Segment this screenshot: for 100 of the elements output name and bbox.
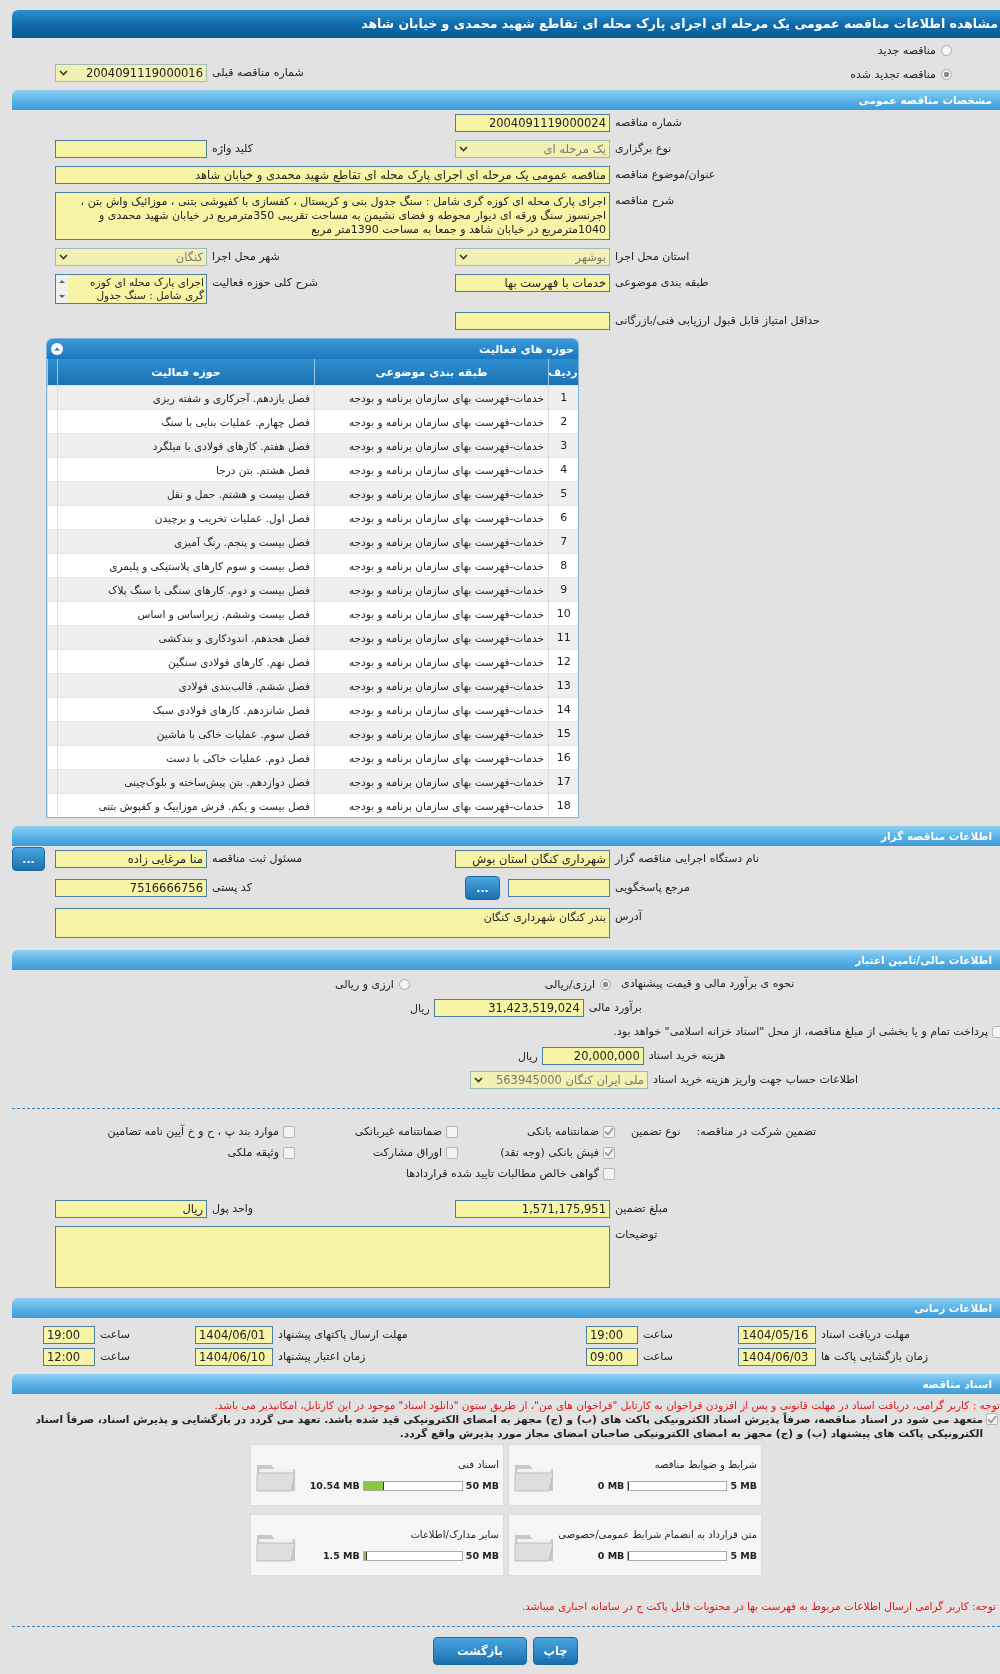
text-area[interactable]: بندر کنگان شهرداری کنگان: [55, 908, 610, 938]
field-label: استان محل اجرا: [615, 249, 690, 265]
table-cell: فصل بیست و پنجم. رنگ آمیزی: [57, 529, 315, 554]
field-label: زمان اعتبار پیشنهاد: [278, 1349, 366, 1365]
text-field[interactable]: 1,571,175,951: [455, 1200, 610, 1218]
collapse-icon[interactable]: [51, 343, 63, 355]
text-area[interactable]: اجرای پارک محله ای کوزه گری شامل : سنگ جدول بنی و کریستال ، کفسازی با کفپوشی بتنی ، موزائیک واش بتن ، اجرنسوز سنگ ورقه ای دیوار محوطه و فضای نشیمن به مساحت تقریبی 350مترمربع در خیابان شهید محمدی و 1040مترمربع در خیابان شاهد و جمعا به مساحت 1390متر مربع: [55, 192, 610, 240]
checkbox[interactable]: [603, 1125, 615, 1138]
option-label: گواهی خالص مطالبات تایید شده قراردادها: [405, 1167, 599, 1180]
dropdown[interactable]: 2004091119000016: [55, 64, 207, 82]
option-label: ضمانتنامه بانکی: [526, 1125, 599, 1138]
scrollbar[interactable]: [56, 275, 68, 303]
text-area[interactable]: [55, 1226, 610, 1288]
text-field[interactable]: [55, 140, 207, 158]
field-label: طبقه بندی موضوعی: [615, 275, 709, 291]
caret-icon: [59, 254, 68, 260]
lookup-button[interactable]: ...: [12, 847, 45, 871]
table-cell: 17: [548, 769, 578, 794]
table-cell: 9: [548, 577, 578, 602]
field-label: شماره مناقصه: [615, 115, 682, 131]
commitment-text: متعهد می شود در اسناد مناقصه، صرفاً پذیرش اسناد الکترونیکی پاکت های (ب) و (ج) مجهز به امضای الکترونیکی قید شده باشد. تعهد می گردد در بازگشایی و پذیرش اسناد، صرفاً اسناد الکترونیکی پاکت های پیشنهاد (ب) و (ج) مجهز به امضای الکترونیکی صاحبان امضای مجاز مورد پذیرش واقع گردد.: [34, 1412, 983, 1440]
checkbox[interactable]: [446, 1146, 458, 1159]
column-header: طبقه بندی موضوعی: [314, 359, 549, 386]
field-label: کد پستی: [212, 880, 252, 896]
radio-button[interactable]: [941, 68, 952, 80]
text-field[interactable]: ریال: [55, 1200, 207, 1218]
field-label: ساعت: [100, 1327, 130, 1343]
field-label: ساعت: [643, 1327, 673, 1343]
table-cell: 18: [548, 793, 578, 817]
text-field[interactable]: 09:00: [586, 1348, 638, 1366]
field-label: مسئول ثبت مناقصه: [212, 851, 303, 867]
field-label: مهلت دریافت اسناد: [821, 1327, 910, 1343]
text-field[interactable]: 1404/05/16: [738, 1326, 816, 1344]
checkbox[interactable]: [446, 1125, 458, 1138]
action-button[interactable]: چاپ: [533, 1637, 578, 1665]
radio-button[interactable]: [941, 44, 952, 56]
notice-text: توجه : کاربر گرامی، دریافت اسناد در مهلت قانونی و پس از افزودن فراخوان به کارتابل "فراخوان های من"، از طریق ستون "دانلود اسناد" موجود در این کارتابل، امکانپذیر می باشد.: [213, 1398, 1000, 1412]
option-label: ضمانتنامه غیربانکی: [354, 1125, 442, 1138]
checkbox[interactable]: [603, 1167, 615, 1180]
field-label: مهلت ارسال پاکتهای پیشنهاد: [278, 1327, 408, 1343]
table-cell: 3: [548, 433, 578, 458]
text-field[interactable]: مناقصه عمومی یک مرحله ای اجرای پارک محله ای تقاطع شهید محمدی و خیابان شاهد: [55, 166, 610, 184]
notice-text: توجه: کاربر گرامی ارسال اطلاعات مربوط به فهرست بها در محتویات فایل پاکت ج در سامانه اجباری میباشد.: [520, 1599, 997, 1612]
table-cell: خدمات-فهرست بهای سازمان برنامه و بودجه: [314, 529, 549, 554]
option-label: مناقصه تجدید شده: [850, 67, 936, 81]
field-label: ساعت: [643, 1349, 673, 1365]
text-field[interactable]: شهرداری کنگان استان بوش: [455, 850, 610, 868]
field-label: نوع تضمین: [631, 1124, 681, 1140]
field-label: نحوه ی برآورد مالی و قیمت پیشنهادی: [621, 975, 795, 992]
document-title: اسناد فنی: [458, 1459, 499, 1470]
size-label: 0 MB: [597, 1550, 625, 1561]
field-label: کلید واژه: [212, 141, 253, 157]
action-button[interactable]: بازگشت: [433, 1637, 527, 1665]
section-header: اطلاعات مالی/تامین اعتبار: [12, 950, 1000, 970]
option-label: مناقصه جدید: [877, 43, 936, 57]
text-field[interactable]: 19:00: [43, 1326, 95, 1344]
field-label: شماره مناقصه قبلی: [212, 65, 304, 81]
text-field[interactable]: [455, 312, 610, 330]
field-label: حداقل امتیاز قابل قبول ارزیابی فنی/بازرگانی: [615, 313, 820, 329]
table-cell: خدمات-فهرست بهای سازمان برنامه و بودجه: [314, 673, 549, 698]
text-field[interactable]: منا مرغایی زاده: [55, 850, 207, 868]
table-cell: فصل بیست و دوم. کارهای سنگی با سنگ پلاک: [57, 577, 315, 602]
radio-button[interactable]: [398, 978, 410, 990]
table-cell: فصل دوازدهم. بتن پیش‌ساخته و بلوک‌چینی: [57, 769, 315, 794]
section-header: مشخصات مناقصه عمومی: [12, 90, 1000, 110]
table-cell: 1: [548, 385, 578, 410]
table-cell: 5: [548, 481, 578, 506]
text-field[interactable]: 1404/06/01: [195, 1326, 273, 1344]
checkbox[interactable]: [603, 1146, 615, 1159]
checkbox[interactable]: [986, 1413, 998, 1425]
checkbox[interactable]: [283, 1125, 295, 1138]
text-area[interactable]: اجرای پارک محله ای کوزه گری شامل : سنگ جدول: [55, 274, 207, 304]
table-cell: فصل هجدهم. اندودکاری و بندکشی: [57, 625, 315, 650]
option-label: اوراق مشارکت: [372, 1146, 442, 1159]
text-field[interactable]: 7516666756: [55, 879, 207, 897]
checkbox[interactable]: [283, 1146, 295, 1159]
column-header: ردیف: [548, 359, 578, 386]
field-label: هزینه خرید اسناد: [648, 1048, 726, 1064]
field-label: اطلاعات حساب جهت واریز هزینه خرید اسناد: [653, 1072, 859, 1088]
text-field[interactable]: 2004091119000024: [455, 114, 610, 132]
field-label: نوع برگزاری: [615, 141, 672, 157]
field-label: واحد پول: [212, 1201, 254, 1217]
text-field[interactable]: [508, 879, 610, 897]
table-cell: خدمات-فهرست بهای سازمان برنامه و بودجه: [314, 793, 549, 817]
column-header: حوزه فعالیت: [57, 359, 315, 386]
option-label: موارد بند پ ، ح و خ آیین نامه تضامین: [107, 1125, 279, 1138]
radio-button[interactable]: [600, 978, 612, 990]
text-field[interactable]: 1404/06/10: [195, 1348, 273, 1366]
table-cell: فصل هفتم. کارهای فولادی با میلگرد: [57, 433, 315, 458]
text-field[interactable]: 1404/06/03: [738, 1348, 816, 1366]
text-field[interactable]: 31,423,519,024: [433, 999, 584, 1017]
panel-title: حوزه های فعالیت: [479, 342, 574, 356]
text-field[interactable]: 20,000,000: [541, 1047, 644, 1065]
text-field[interactable]: 12:00: [43, 1348, 95, 1366]
text-field[interactable]: خدمات با فهرست بها: [455, 274, 610, 292]
table-cell: خدمات-فهرست بهای سازمان برنامه و بودجه: [314, 481, 549, 506]
lookup-button[interactable]: ...: [465, 876, 500, 900]
option-label: ارزی و ریالی: [335, 977, 394, 991]
window-title: مشاهده اطلاعات مناقصه عمومی یک مرحله ای اجرای پارک محله ای تقاطع شهید محمدی و خیابان شاهد: [12, 10, 1000, 38]
text-field[interactable]: 19:00: [586, 1326, 638, 1344]
